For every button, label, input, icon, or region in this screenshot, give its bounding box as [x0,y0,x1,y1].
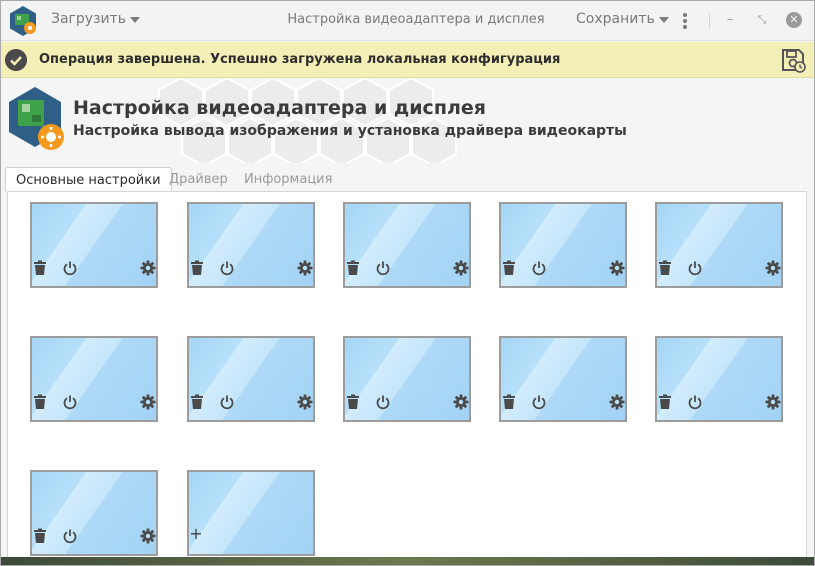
trash-icon[interactable] [657,394,673,410]
monitor-tile[interactable] [499,202,627,288]
gear-icon[interactable] [297,394,313,410]
trash-icon[interactable] [501,394,517,410]
monitor-tile[interactable] [499,336,627,422]
page-header: Настройка видеоадаптера и дисплея Настро… [1,79,814,163]
gear-icon[interactable] [453,260,469,276]
trash-icon[interactable] [657,260,673,276]
minimize-icon[interactable]: – [721,11,739,29]
power-icon[interactable] [62,394,78,410]
power-icon[interactable] [219,260,235,276]
trash-icon[interactable] [32,394,48,410]
save-label: Сохранить [576,11,655,27]
trash-icon[interactable] [345,260,361,276]
gear-icon[interactable] [297,260,313,276]
gear-icon[interactable] [140,528,156,544]
power-icon[interactable] [62,528,78,544]
monitor-tile[interactable] [187,336,315,422]
save-menu-button[interactable]: Сохранить [576,11,669,27]
tab-basic-settings[interactable]: Основные настройки [5,167,172,192]
save-config-icon[interactable] [780,47,806,73]
check-icon [5,49,27,71]
monitor-tile[interactable] [30,470,158,556]
gear-icon[interactable] [765,394,781,410]
gear-icon[interactable] [453,394,469,410]
gear-icon[interactable] [609,394,625,410]
power-icon[interactable] [62,260,78,276]
add-monitor-tile[interactable]: + [187,470,315,556]
trash-icon[interactable] [345,394,361,410]
plus-icon[interactable]: + [189,526,203,542]
gear-icon[interactable] [140,260,156,276]
app-window: Загрузить Настройка видеоадаптера и дисп… [0,0,815,566]
tab-bar: Основные настройки Драйвер Информация [1,167,814,192]
restore-icon[interactable]: ⤡ [753,11,771,29]
gear-icon[interactable] [609,260,625,276]
load-menu-button[interactable]: Загрузить [51,11,141,27]
trash-icon[interactable] [32,528,48,544]
separator [709,13,710,29]
window-title: Настройка видеоадаптера и дисплея [287,12,545,27]
chevron-down-icon [130,17,141,23]
title-bar: Загрузить Настройка видеоадаптера и дисп… [1,1,814,41]
monitor-tile[interactable] [187,202,315,288]
display-settings-icon [9,87,64,150]
power-icon[interactable] [687,394,703,410]
power-icon[interactable] [375,394,391,410]
gear-icon[interactable] [765,260,781,276]
load-label: Загрузить [51,11,127,27]
page-subtitle: Настройка вывода изображения и установка… [73,123,627,139]
monitor-grid: + [7,191,807,559]
power-icon[interactable] [531,260,547,276]
app-icon [10,6,36,36]
monitor-tile[interactable] [343,336,471,422]
monitor-tile[interactable] [343,202,471,288]
tab-driver[interactable]: Драйвер [159,167,238,192]
trash-icon[interactable] [189,260,205,276]
gear-icon[interactable] [140,394,156,410]
notification-text: Операция завершена. Успешно загружена ло… [39,52,561,67]
monitor-tile[interactable] [30,336,158,422]
monitor-tile[interactable] [30,202,158,288]
monitor-tile[interactable] [655,202,783,288]
page-title: Настройка видеоадаптера и дисплея [73,97,486,119]
trash-icon[interactable] [32,260,48,276]
close-icon[interactable]: ✕ [786,12,802,28]
power-icon[interactable] [219,394,235,410]
tab-information[interactable]: Информация [234,167,342,192]
trash-icon[interactable] [501,260,517,276]
hexagon-pattern [158,79,457,163]
chevron-down-icon [658,17,669,23]
power-icon[interactable] [375,260,391,276]
notification-bar: Операция завершена. Успешно загружена ло… [1,42,814,78]
monitor-tile[interactable] [655,336,783,422]
desktop-background-strip [1,557,814,565]
power-icon[interactable] [687,260,703,276]
kebab-menu-icon[interactable] [679,12,691,30]
power-icon[interactable] [531,394,547,410]
trash-icon[interactable] [189,394,205,410]
